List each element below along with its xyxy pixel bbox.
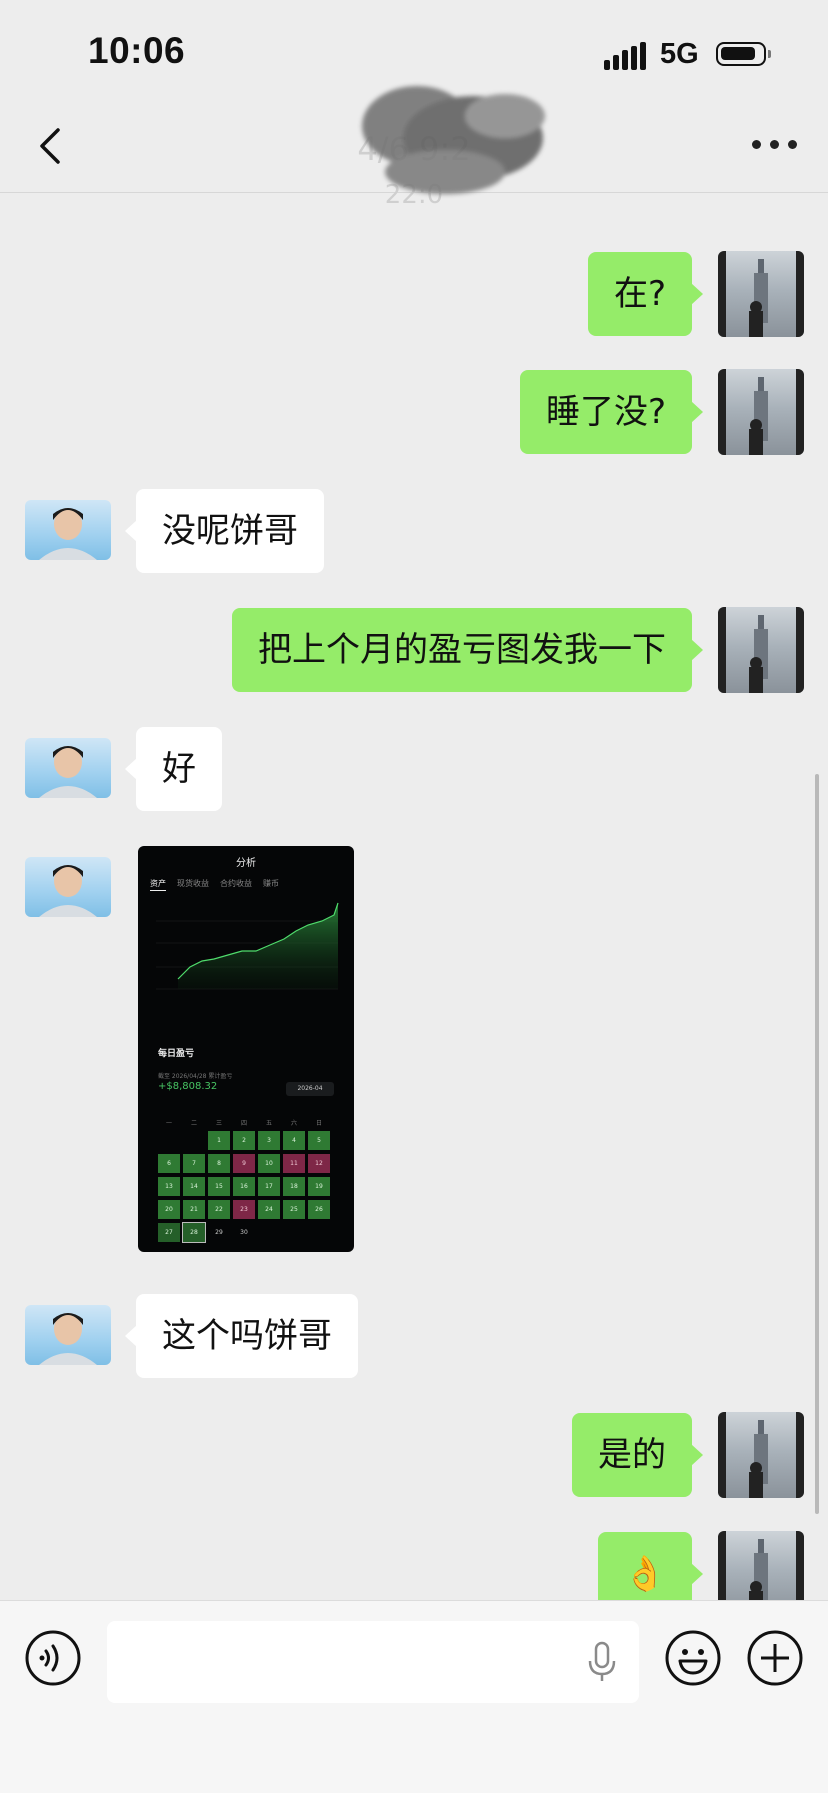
calendar-day: 9 [233,1154,255,1173]
calendar-day: 27 [158,1223,180,1242]
calendar-day: 5 [308,1131,330,1150]
contact-avatar[interactable] [25,738,111,798]
city-photo [718,607,804,693]
calendar-day: 30 [240,1229,248,1236]
calendar-day: 17 [258,1177,280,1196]
emoji-icon [665,1630,721,1686]
voice-icon [25,1630,81,1686]
signal-icon [604,42,648,70]
calendar-day: 28 [182,1222,206,1243]
shot-tab: 资产 [150,879,166,891]
shot-weekday: 二 [191,1120,198,1127]
calendar-day: 13 [158,1177,180,1196]
shot-weekday: 三 [216,1120,223,1127]
calendar-day: 7 [183,1154,205,1173]
shot-pnl-title: 每日盈亏 [158,1049,195,1059]
more-functions-button[interactable] [746,1629,804,1687]
calendar-day: 1 [208,1131,230,1150]
message-bubble[interactable]: 这个吗饼哥 [125,1294,358,1378]
calendar-day: 20 [158,1200,180,1219]
status-time: 10:06 [88,30,186,71]
shot-weekday: 日 [316,1120,323,1127]
person-photo [39,508,97,560]
emoji-button[interactable] [664,1629,722,1687]
my-avatar[interactable] [718,251,804,337]
shot-tab: 赚币 [263,879,279,888]
redaction-scribble [362,86,545,194]
message-list[interactable]: 在? 睡了没? 没呢饼哥 把上个月的盈亏图发我一下 好 分析 资产 现货收益 合约收… [0,193,828,1600]
message-bubble[interactable]: 睡了没? [519,370,704,454]
city-photo [718,1412,804,1498]
calendar-day: 23 [233,1200,255,1219]
calendar-day: 21 [183,1200,205,1219]
network-type: 5G [660,38,699,70]
calendar-day: 26 [308,1200,330,1219]
calendar-day: 6 [158,1154,180,1173]
contact-avatar[interactable] [25,500,111,560]
calendar-day: 10 [258,1154,280,1173]
shot-pnl-value: +$8,808.32 [158,1081,218,1092]
contact-avatar[interactable] [25,857,111,917]
shot-weekday: 五 [266,1120,273,1127]
message-bubble[interactable]: 👌 [597,1532,704,1600]
shot-weekday: 六 [291,1120,298,1127]
calendar-day: 14 [183,1177,205,1196]
my-avatar[interactable] [718,1531,804,1600]
calendar-day: 19 [308,1177,330,1196]
shot-weekday: 四 [241,1120,248,1127]
city-photo [718,251,804,337]
shot-asset-chart [156,902,339,990]
contact-avatar[interactable] [25,1305,111,1365]
microphone-icon[interactable] [585,1641,619,1683]
calendar-day: 8 [208,1154,230,1173]
calendar-day: 3 [258,1131,280,1150]
my-avatar[interactable] [718,1412,804,1498]
input-bar [0,1600,828,1793]
calendar-day: 2 [233,1131,255,1150]
message-bubble[interactable]: 好 [125,727,222,811]
shot-header-title: 分析 [236,858,256,869]
calendar-day: 22 [208,1200,230,1219]
more-button[interactable] [752,140,798,152]
calendar-day: 15 [208,1177,230,1196]
person-photo [39,865,97,917]
chat-header: 4/6 9:2 22:0 [0,86,828,210]
city-photo [718,369,804,455]
message-input[interactable] [107,1621,639,1703]
voice-button[interactable] [24,1629,82,1687]
shot-tab: 合约收益 [220,879,252,888]
calendar-day: 4 [283,1131,305,1150]
shot-pnl-subtitle: 截至 2026/04/28 累计盈亏 [158,1073,233,1080]
scrollbar[interactable] [815,774,819,1514]
calendar-day: 29 [215,1229,223,1236]
calendar-day: 24 [258,1200,280,1219]
message-bubble[interactable]: 没呢饼哥 [125,489,324,573]
message-bubble[interactable]: 是的 [572,1413,703,1497]
shot-tab: 现货收益 [177,879,209,888]
battery-icon [716,42,771,66]
calendar-day: 12 [308,1154,330,1173]
person-photo [39,746,97,798]
calendar-day: 16 [233,1177,255,1196]
calendar-day: 18 [283,1177,305,1196]
message-bubble[interactable]: 把上个月的盈亏图发我一下 [232,608,703,692]
image-message[interactable]: 分析 资产 现货收益 合约收益 赚币 每日盈亏 截至 2026/04/28 累计盈亏 … [138,846,354,1252]
message-bubble[interactable]: 在? [587,252,704,336]
my-avatar[interactable] [718,369,804,455]
person-photo [39,1313,97,1365]
city-photo [718,1531,804,1600]
plus-icon [747,1630,803,1686]
shot-month: 2026-04 [286,1082,334,1096]
shot-weekday: 一 [166,1120,173,1127]
calendar-day: 11 [283,1154,305,1173]
shot-tabs: 资产 现货收益 合约收益 赚币 [150,878,290,891]
calendar-day: 25 [283,1200,305,1219]
my-avatar[interactable] [718,607,804,693]
